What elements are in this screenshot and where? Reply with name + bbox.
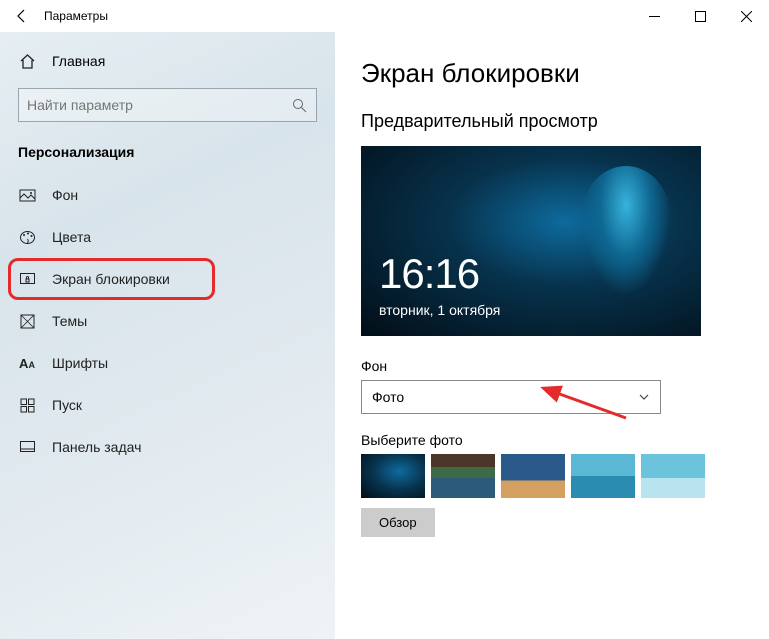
sidebar-home[interactable]: Главная [0,42,335,80]
preview-time: 16:16 [379,250,479,298]
sidebar-item-lockscreen[interactable]: Экран блокировки [0,258,335,300]
page-title: Экран блокировки [361,58,747,89]
window-title: Параметры [44,9,108,23]
sidebar-item-label: Темы [52,313,87,329]
titlebar: Параметры [0,0,769,32]
themes-icon [18,312,36,330]
preview-label: Предварительный просмотр [361,111,747,132]
sidebar-item-start[interactable]: Пуск [0,384,335,426]
home-icon [18,52,36,70]
sidebar-item-label: Пуск [52,397,82,413]
sidebar-item-label: Шрифты [52,355,108,371]
content-pane: Экран блокировки Предварительный просмот… [335,32,769,639]
fonts-icon: AA [18,354,36,372]
sidebar-item-fonts[interactable]: AA Шрифты [0,342,335,384]
sidebar-item-label: Фон [52,187,78,203]
sidebar-section-title: Персонализация [0,132,335,174]
background-dropdown[interactable]: Фото [361,380,661,414]
palette-icon [18,228,36,246]
thumbnail[interactable] [361,454,425,498]
background-label: Фон [361,358,747,374]
sidebar-item-background[interactable]: Фон [0,174,335,216]
taskbar-icon [18,438,36,456]
thumbnail[interactable] [571,454,635,498]
picture-icon [18,186,36,204]
sidebar-item-label: Панель задач [52,439,141,455]
search-box[interactable] [18,88,317,122]
sidebar-item-colors[interactable]: Цвета [0,216,335,258]
back-button[interactable] [0,0,44,32]
thumbnail[interactable] [641,454,705,498]
search-input[interactable] [27,97,290,113]
maximize-button[interactable] [677,0,723,32]
thumbnail[interactable] [431,454,495,498]
start-icon [18,396,36,414]
lockscreen-preview: 16:16 вторник, 1 октября [361,146,701,336]
close-button[interactable] [723,0,769,32]
sidebar-item-themes[interactable]: Темы [0,300,335,342]
choose-photo-label: Выберите фото [361,432,747,448]
sidebar-item-label: Экран блокировки [52,271,170,287]
sidebar-home-label: Главная [52,53,105,69]
chevron-down-icon [638,391,650,403]
sidebar: Главная Персонализация Фон Цвета [0,32,335,639]
preview-date: вторник, 1 октября [379,302,500,318]
lockscreen-icon [18,270,36,288]
minimize-button[interactable] [631,0,677,32]
sidebar-item-label: Цвета [52,229,91,245]
thumbnail[interactable] [501,454,565,498]
browse-button[interactable]: Обзор [361,508,435,537]
sidebar-item-taskbar[interactable]: Панель задач [0,426,335,468]
thumbnail-row [361,454,747,498]
search-icon [290,96,308,114]
dropdown-value: Фото [372,389,404,405]
